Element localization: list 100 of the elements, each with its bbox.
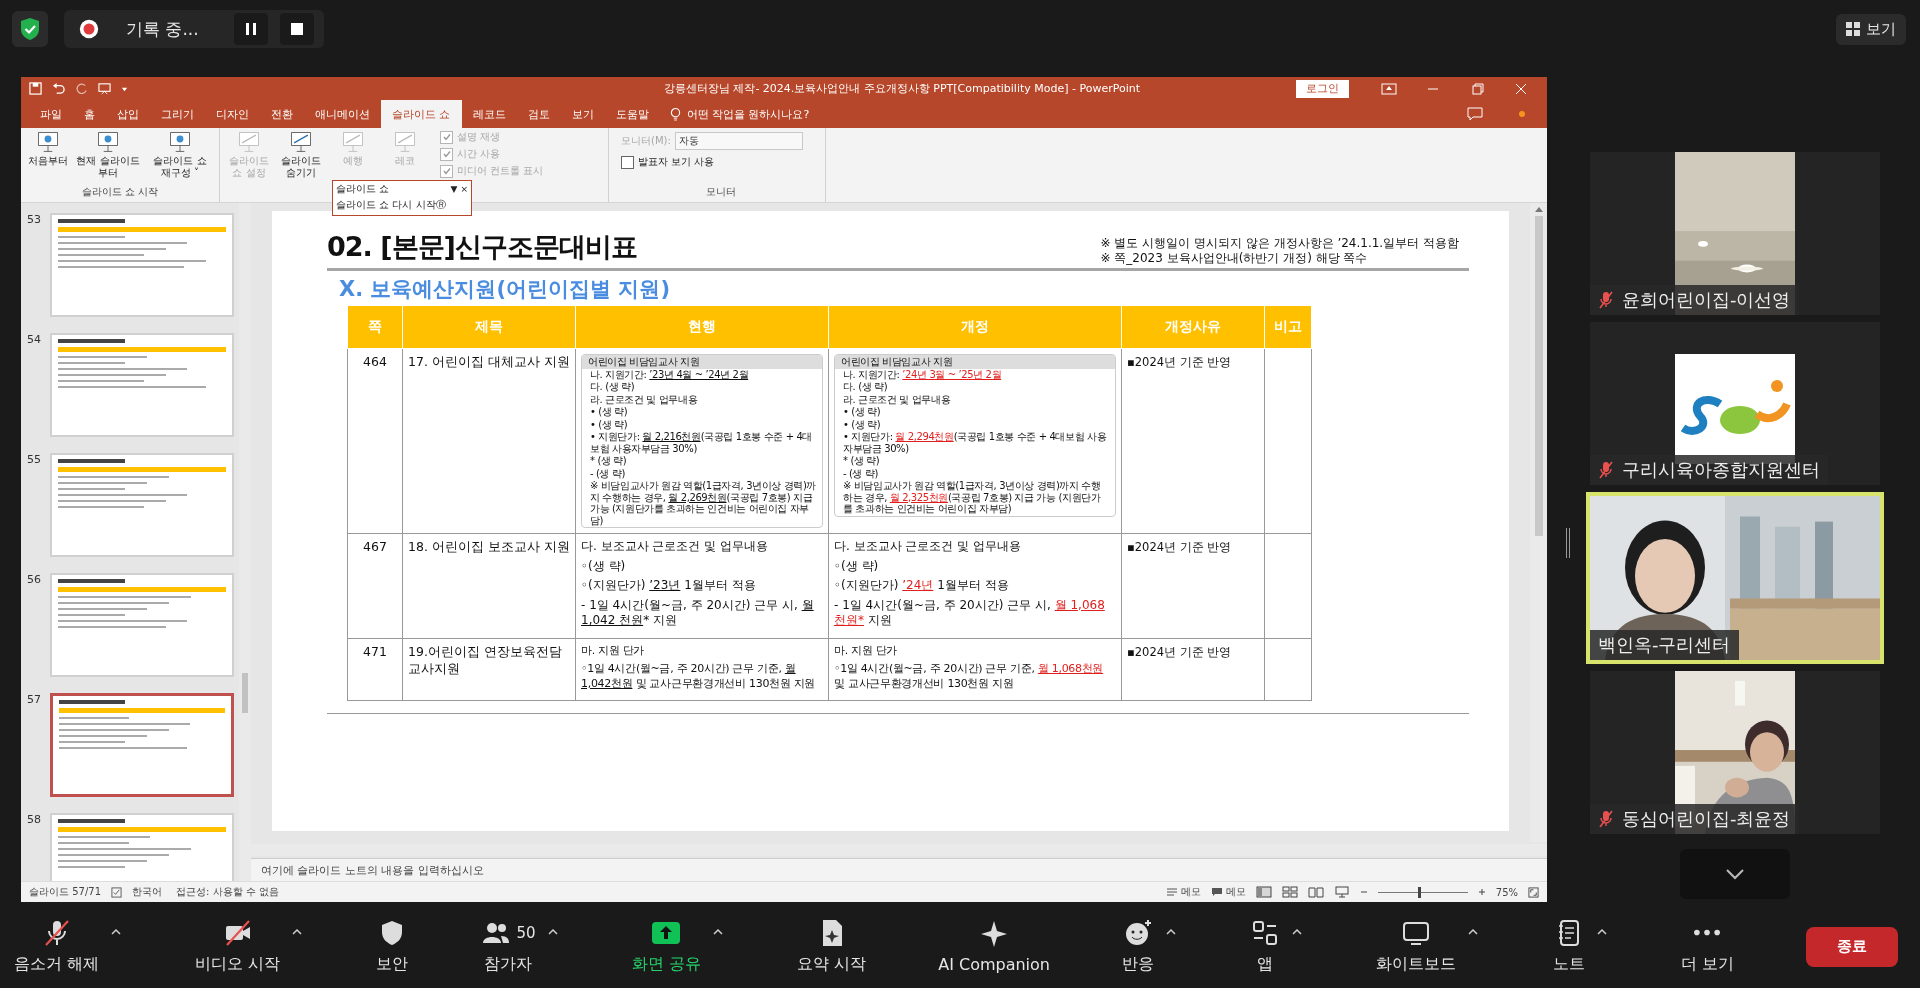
toolbar-button[interactable]: 화이트보드: [1376, 918, 1457, 975]
save-icon[interactable]: [29, 82, 42, 95]
ribbon-tab[interactable]: 삽입: [106, 100, 150, 128]
scroll-thumb[interactable]: [242, 673, 248, 713]
toolbar-button[interactable]: 더 보기: [1680, 918, 1734, 975]
scrollbar[interactable]: [1530, 203, 1547, 842]
slideshow-icon[interactable]: [1333, 886, 1350, 898]
slide-number: 57: [27, 693, 42, 706]
table-cell: 19.어린이집 연장보육전담교사지원: [402, 638, 576, 701]
search-field[interactable]: 어떤 작업을 원하시나요?: [686, 106, 810, 122]
ribbon-tab[interactable]: 슬라이드 쇼: [381, 100, 462, 128]
slide-note: ※ 별도 시행일이 명시되지 않은 개정사항은 ’24.1.1.일부터 적용함: [1100, 236, 1459, 251]
toolbar-button[interactable]: 노트: [1552, 918, 1585, 975]
end-button[interactable]: 종료: [1805, 926, 1898, 967]
ribbon-tab[interactable]: 홈: [73, 100, 106, 128]
ribbon-button[interactable]: 슬라이드 숨기기: [276, 130, 326, 202]
toolbar-button[interactable]: 반응: [1122, 918, 1155, 975]
table-cell: 467: [347, 533, 403, 639]
ribbon-tab[interactable]: 그리기: [150, 100, 205, 128]
pause-button[interactable]: [234, 13, 268, 45]
scroll-thumb[interactable]: [1534, 216, 1543, 536]
group-label: 슬라이드 쇼 시작: [81, 185, 159, 199]
menu-arrow-button[interactable]: ▼: [450, 184, 458, 194]
normal-view-icon[interactable]: [1255, 886, 1272, 898]
view-button[interactable]: 보기: [1836, 13, 1906, 45]
ribbon-tab[interactable]: 애니메이션: [304, 100, 381, 128]
box-heading: 어린이집 비담임교사 지원: [582, 355, 822, 369]
accessibility-status[interactable]: 접근성: 사용할 수 없음: [176, 885, 279, 899]
cell-text: ▪2024년 기준 반영: [1127, 644, 1232, 659]
participant-name: 윤희어린이집-이선영: [1622, 288, 1791, 312]
box-text: 나. 지원기간: ’23년 4월 ~ ’24년 2월: [590, 368, 750, 380]
box-text: • (생 략): [590, 406, 629, 418]
menu-item[interactable]: 슬라이드 쇼 다시 시작Ⓡ: [336, 196, 446, 214]
scroll-up-icon[interactable]: [1534, 207, 1543, 212]
slide-note: ※ 쪽_2023 보육사업안내(하반기 개정) 해당 쪽수: [1100, 250, 1369, 265]
column-header: 쪽: [347, 305, 403, 349]
zoom-in-icon[interactable]: [1477, 888, 1486, 896]
fit-slide-icon[interactable]: [1528, 886, 1539, 898]
ribbon-tab[interactable]: 보기: [560, 100, 605, 128]
ribbon-tab[interactable]: 디자인: [205, 100, 260, 128]
toolbar-button[interactable]: 50 참가자: [480, 918, 536, 975]
restore-icon[interactable]: [1469, 82, 1485, 95]
comments-button[interactable]: 메모: [1210, 885, 1246, 899]
slide-number: 53: [27, 213, 42, 226]
close-button[interactable]: ×: [460, 184, 468, 194]
more-icon: [1692, 928, 1723, 937]
notes-button[interactable]: 메모: [1165, 885, 1201, 899]
toolbar-button[interactable]: 화면 공유: [631, 918, 701, 975]
slide-number: 58: [27, 813, 42, 826]
monitor-dropdown[interactable]: 자동: [674, 132, 803, 150]
toolbar-button[interactable]: 음소거 해제: [14, 918, 100, 975]
customize-icon[interactable]: [121, 85, 128, 92]
ribbon-button[interactable]: 현재 슬라이드부터: [73, 130, 143, 185]
spellcheck-icon[interactable]: [111, 886, 122, 898]
table-cell: 471: [347, 638, 403, 701]
undo-icon[interactable]: [52, 82, 65, 95]
sorter-view-icon[interactable]: [1281, 886, 1298, 898]
box-text: • (생 략): [590, 418, 629, 430]
checkbox-label[interactable]: 발표자 보기 사용: [638, 155, 715, 169]
ribbon-button[interactable]: 슬라이드 쇼 재구성 ˅: [145, 130, 215, 185]
window-title: 강릉센터장님 제작- 2024.보육사업안내 주요개정사항 PPT[Compatibility Mode] - PowerPoint: [662, 81, 1141, 96]
ribbon-button[interactable]: 처음부터: [25, 130, 71, 185]
scrollbar[interactable]: [251, 844, 1547, 856]
zoom-out-icon[interactable]: [1359, 888, 1368, 896]
zoom-level[interactable]: 75%: [1495, 886, 1518, 898]
ribbon-tab[interactable]: 도움말: [604, 100, 660, 128]
record-icon: [78, 18, 100, 40]
toolbar-button[interactable]: 요약 시작: [797, 918, 867, 975]
reading-view-icon[interactable]: [1307, 886, 1324, 898]
cell-text: 마. 지원 단가: [581, 643, 646, 659]
login-button[interactable]: 로그인: [1296, 79, 1349, 98]
presenter-icon[interactable]: [98, 82, 111, 95]
resize-handle[interactable]: [1566, 528, 1570, 558]
close-icon[interactable]: [1513, 82, 1529, 95]
ribbon-display-icon[interactable]: [1381, 82, 1397, 95]
ribbon-tab[interactable]: 레코드: [461, 100, 517, 128]
popup-title: 슬라이드 쇼: [336, 182, 390, 196]
cell-text: 다. 보조교사 근로조건 및 업무내용: [834, 539, 1023, 555]
ribbon-tab[interactable]: 전환: [260, 100, 304, 128]
stop-button[interactable]: [280, 13, 314, 45]
checkbox[interactable]: [621, 155, 634, 169]
redo-icon[interactable]: [75, 82, 88, 95]
toolbar-button[interactable]: 보안: [376, 918, 409, 975]
cell-text: ▪2024년 기준 반영: [1127, 355, 1232, 369]
toolbar-button[interactable]: 비디오 시작: [195, 918, 281, 975]
shield-icon[interactable]: [12, 11, 48, 47]
ribbon-tab[interactable]: 검토: [516, 100, 561, 128]
slide-thumbnail[interactable]: [50, 693, 234, 797]
comment-icon[interactable]: [1467, 107, 1483, 121]
toolbar-button[interactable]: AI Companion: [938, 919, 1050, 974]
cell-text: ◦(지원단가) ’24년 1월부터 적용: [834, 578, 1010, 594]
scrollbar[interactable]: [239, 203, 251, 881]
notes-field[interactable]: 여기에 슬라이드 노트의 내용을 입력하십시오: [251, 858, 1547, 881]
lightbulb-icon[interactable]: [669, 106, 681, 122]
ribbon-tab[interactable]: 파일: [29, 100, 73, 128]
notes-icon: [1165, 887, 1178, 897]
column-header: 개정사유: [1121, 305, 1265, 349]
language-status[interactable]: 한국어: [132, 885, 162, 899]
slide-title: 02. [본문]신구조문대비표: [327, 230, 637, 264]
toolbar-button[interactable]: 앱: [1250, 918, 1281, 975]
